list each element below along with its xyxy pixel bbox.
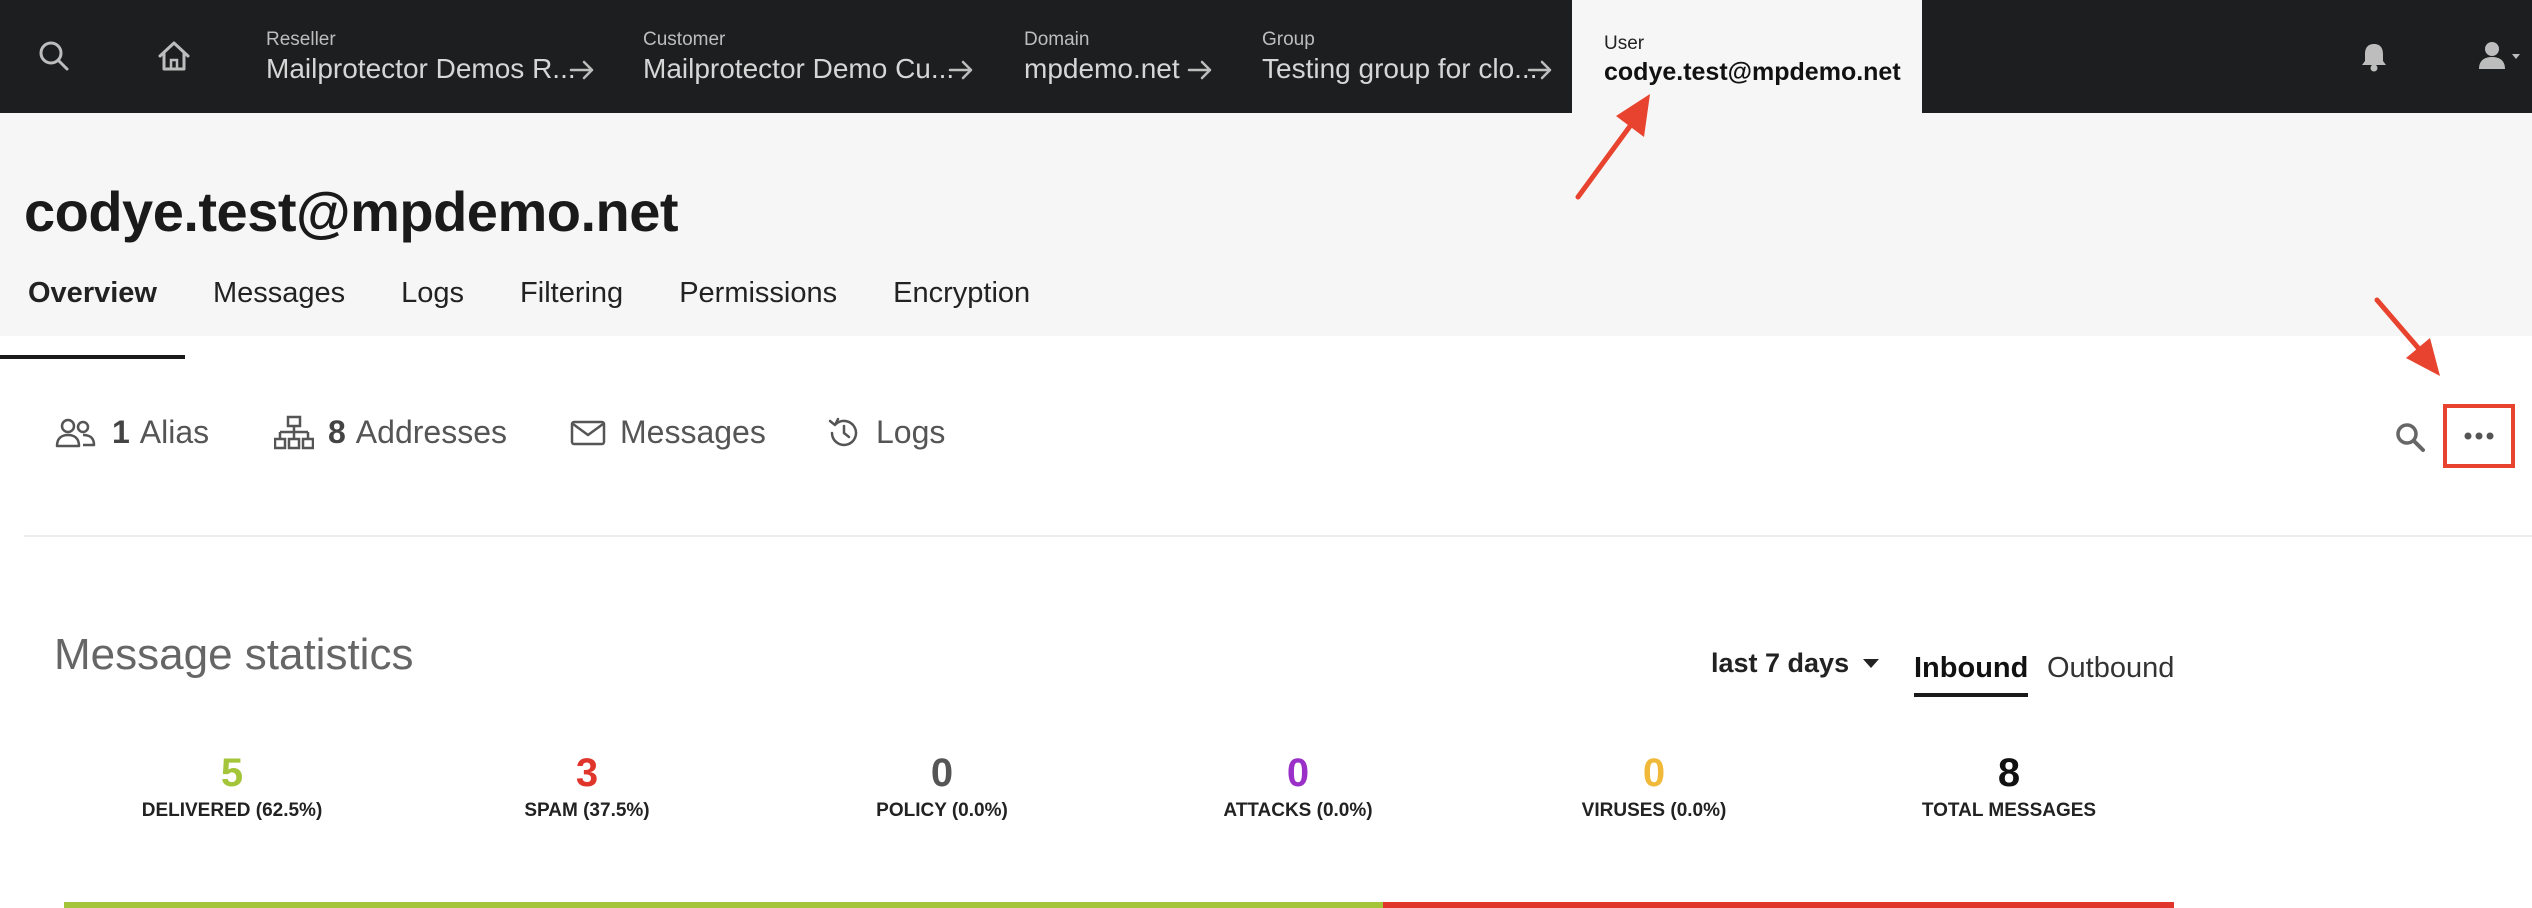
annotation-overlay (1575, 94, 2440, 376)
annotation-arrow-icon (1575, 94, 1650, 200)
annotation-arrow-icon (2374, 297, 2440, 376)
